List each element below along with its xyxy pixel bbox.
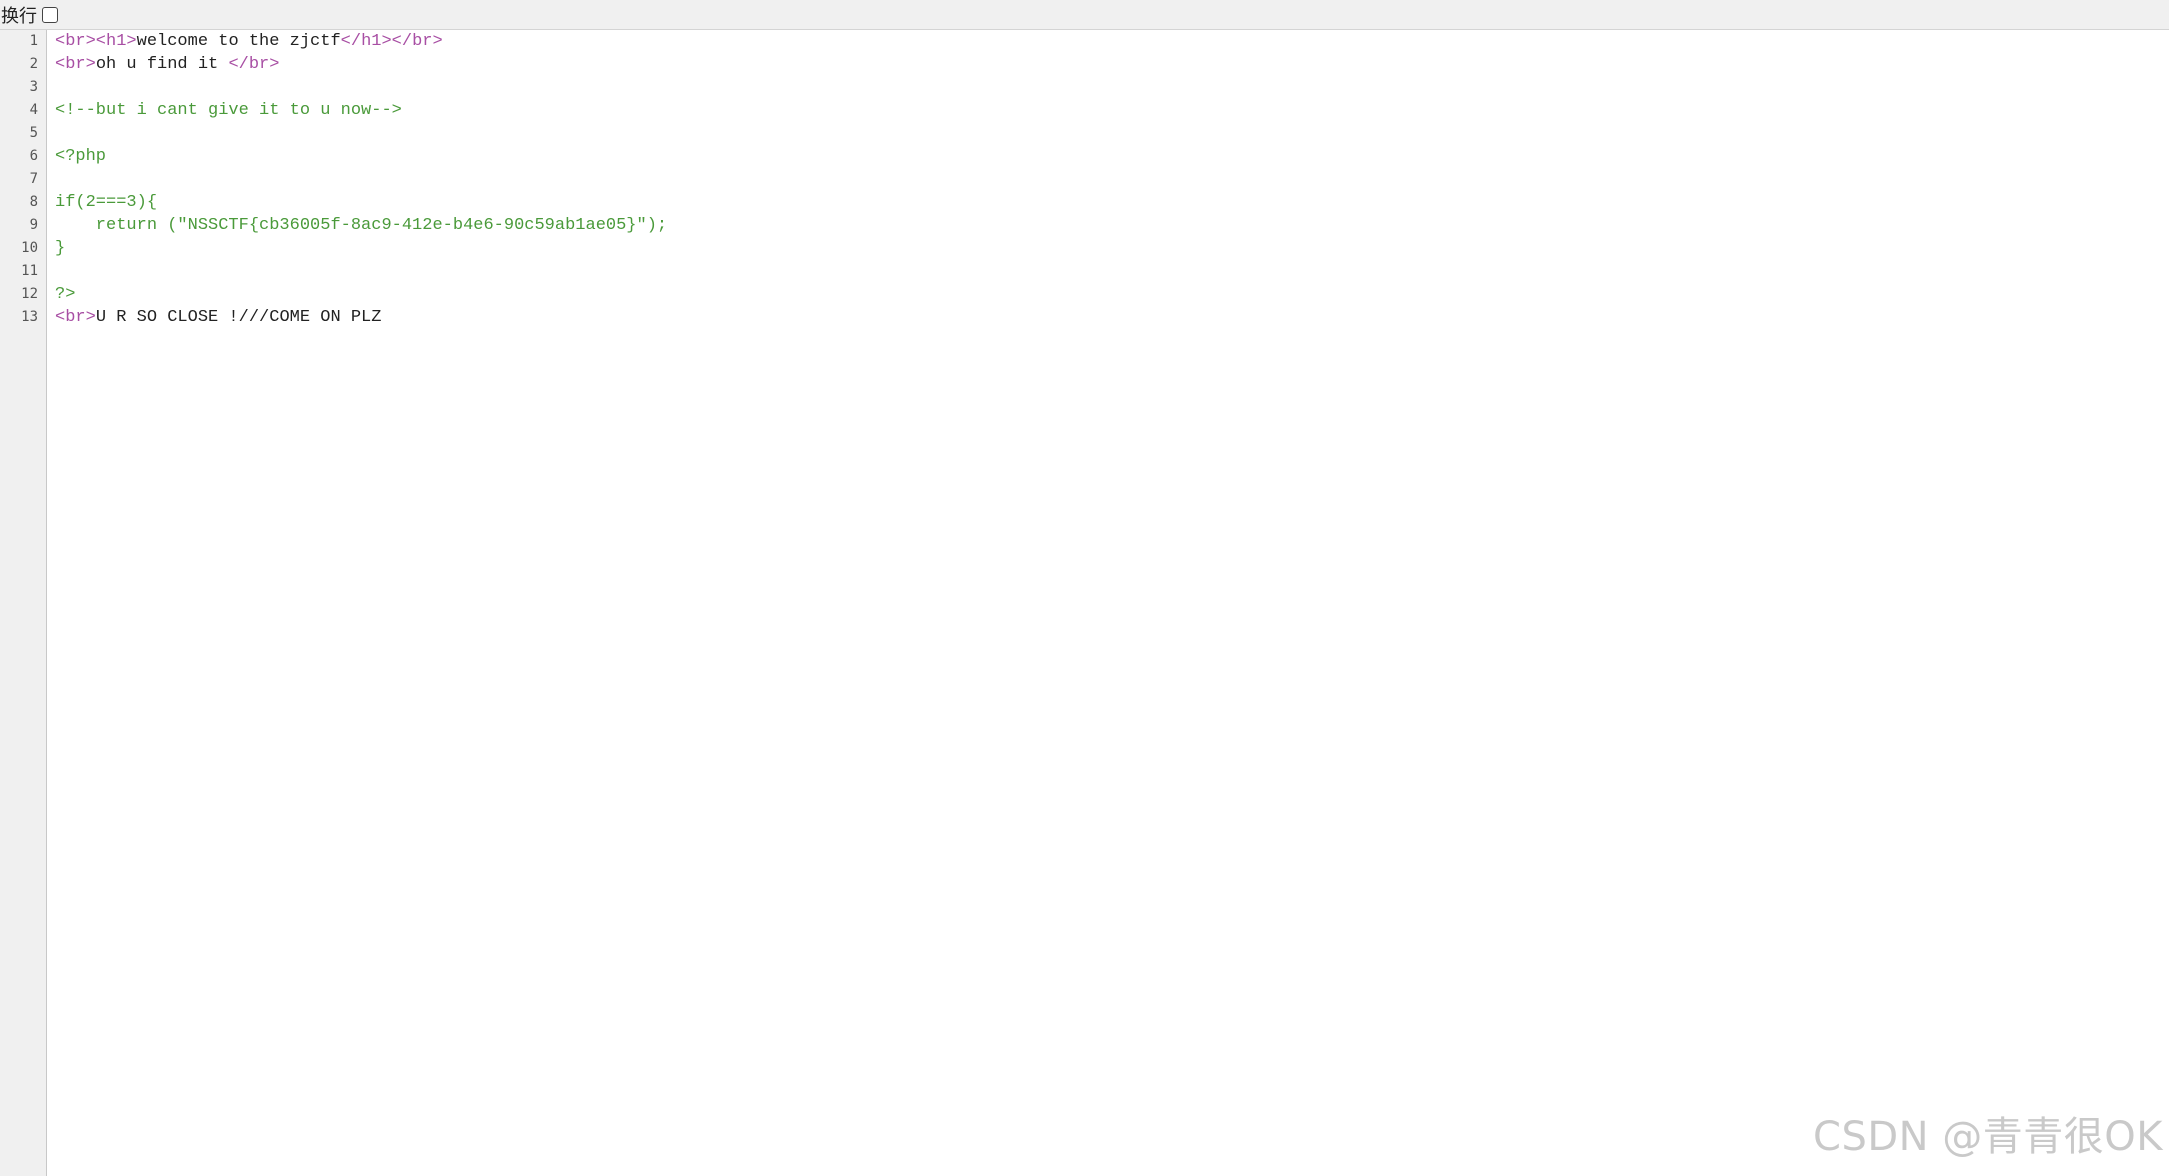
code-token: oh u find it (95, 55, 229, 74)
code-token: welcome to the zjctf (136, 32, 341, 51)
line-number-gutter: 1 2 3 4 5 6 7 8 9 10 11 12 13 (0, 30, 47, 1176)
code-line: <br>U R SO CLOSE !///COME ON PLZ (55, 306, 381, 329)
line-number: 3 (29, 79, 38, 95)
code-line: <br>oh u find it </br> (55, 53, 279, 76)
wrap-label: 换行 (1, 5, 37, 27)
line-number: 7 (29, 171, 38, 187)
code-line: if(2===3){ (55, 191, 157, 214)
code-token: if(2===3){ (55, 193, 158, 212)
toolbar: 换行 (0, 0, 2169, 30)
line-number: 4 (29, 102, 38, 118)
code-token: return ("NSSCTF{cb36005f-8ac9-412e-b4e6-… (55, 216, 668, 235)
code-token: U R SO CLOSE !///COME ON PLZ (95, 308, 382, 327)
line-number: 10 (21, 240, 38, 256)
line-number: 2 (29, 56, 38, 72)
code-line: ?> (55, 283, 75, 306)
code-token: </h1></br> (340, 32, 443, 51)
line-number: 11 (21, 263, 38, 279)
code-line: <?php (55, 145, 106, 168)
code-line: return ("NSSCTF{cb36005f-8ac9-412e-b4e6-… (55, 214, 667, 237)
wrap-checkbox[interactable] (42, 6, 58, 23)
code-token: <br><h1> (55, 32, 137, 51)
code-token: </br> (228, 55, 280, 74)
line-number: 9 (29, 217, 38, 233)
code-line: <br><h1>welcome to the zjctf</h1></br> (55, 30, 443, 53)
line-number: 6 (29, 148, 38, 164)
watermark: CSDN @青青很OK (1813, 1114, 2163, 1160)
line-number: 13 (21, 309, 38, 325)
code-token: <br> (55, 55, 96, 74)
code-line: <!--but i cant give it to u now--> (55, 99, 402, 122)
line-number: 5 (29, 125, 38, 141)
line-number: 8 (29, 194, 38, 210)
code-line: } (55, 237, 65, 260)
code-token: <!--but i cant give it to u now--> (55, 101, 402, 120)
line-number: 1 (29, 33, 38, 49)
source-code-view[interactable]: <br><h1>welcome to the zjctf</h1></br> <b… (47, 30, 2169, 1176)
code-token: } (55, 239, 66, 258)
code-token: <br> (55, 308, 96, 327)
code-token: <?php (55, 147, 107, 166)
line-number: 12 (21, 286, 38, 302)
code-token: ?> (55, 285, 76, 304)
